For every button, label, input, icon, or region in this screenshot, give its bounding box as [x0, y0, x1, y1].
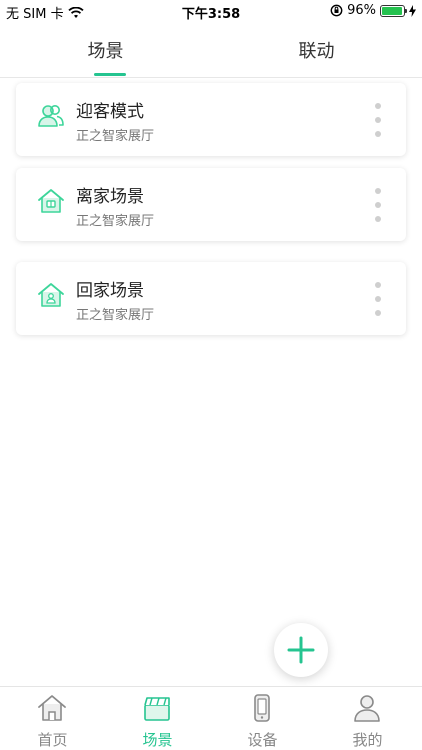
battery-icon — [380, 4, 407, 17]
battery-percent: 96% — [347, 3, 376, 18]
scene-card[interactable]: 离家场景 正之智家展厅 — [16, 168, 406, 241]
bottom-nav: 首页 场景 设备 我的 — [0, 686, 422, 750]
home-icon — [38, 695, 66, 721]
scene-location: 正之智家展厅 — [76, 308, 155, 323]
more-options-icon[interactable] — [374, 188, 382, 222]
nav-item-devices[interactable]: 设备 — [210, 687, 315, 750]
scene-title: 迎客模式 — [76, 102, 144, 122]
house-home-icon — [38, 283, 64, 307]
nav-label: 我的 — [352, 731, 383, 749]
plus-icon — [287, 636, 315, 664]
nav-label: 设备 — [247, 731, 278, 749]
user-icon — [354, 695, 380, 722]
scene-title: 离家场景 — [76, 187, 144, 207]
house-leave-icon — [38, 189, 64, 213]
tab-linkage[interactable]: 联动 — [211, 22, 422, 78]
clapperboard-icon — [144, 697, 170, 721]
status-bar: 无 SIM 卡 下午3:58 96% — [0, 0, 422, 22]
active-tab-indicator — [94, 73, 126, 76]
nav-label: 场景 — [142, 731, 173, 749]
add-scene-button[interactable] — [274, 623, 328, 677]
nav-item-home[interactable]: 首页 — [0, 687, 105, 750]
tab-scenes[interactable]: 场景 — [0, 22, 211, 78]
nav-item-mine[interactable]: 我的 — [315, 687, 420, 750]
nav-label: 首页 — [37, 731, 68, 749]
status-right: 96% — [330, 3, 416, 18]
scene-location: 正之智家展厅 — [76, 129, 155, 144]
scene-title: 回家场景 — [76, 281, 144, 301]
scene-card[interactable]: 迎客模式 正之智家展厅 — [16, 83, 406, 156]
battery-fill — [382, 6, 403, 15]
charging-icon — [409, 4, 416, 17]
scene-card[interactable]: 回家场景 正之智家展厅 — [16, 262, 406, 335]
phone-device-icon — [254, 694, 270, 722]
top-tabs: 场景 联动 — [0, 22, 422, 78]
more-options-icon[interactable] — [374, 282, 382, 316]
scene-location: 正之智家展厅 — [76, 214, 155, 229]
more-options-icon[interactable] — [374, 103, 382, 137]
orientation-lock-icon — [330, 4, 343, 17]
nav-item-scenes[interactable]: 场景 — [105, 687, 210, 750]
people-icon — [38, 105, 64, 127]
